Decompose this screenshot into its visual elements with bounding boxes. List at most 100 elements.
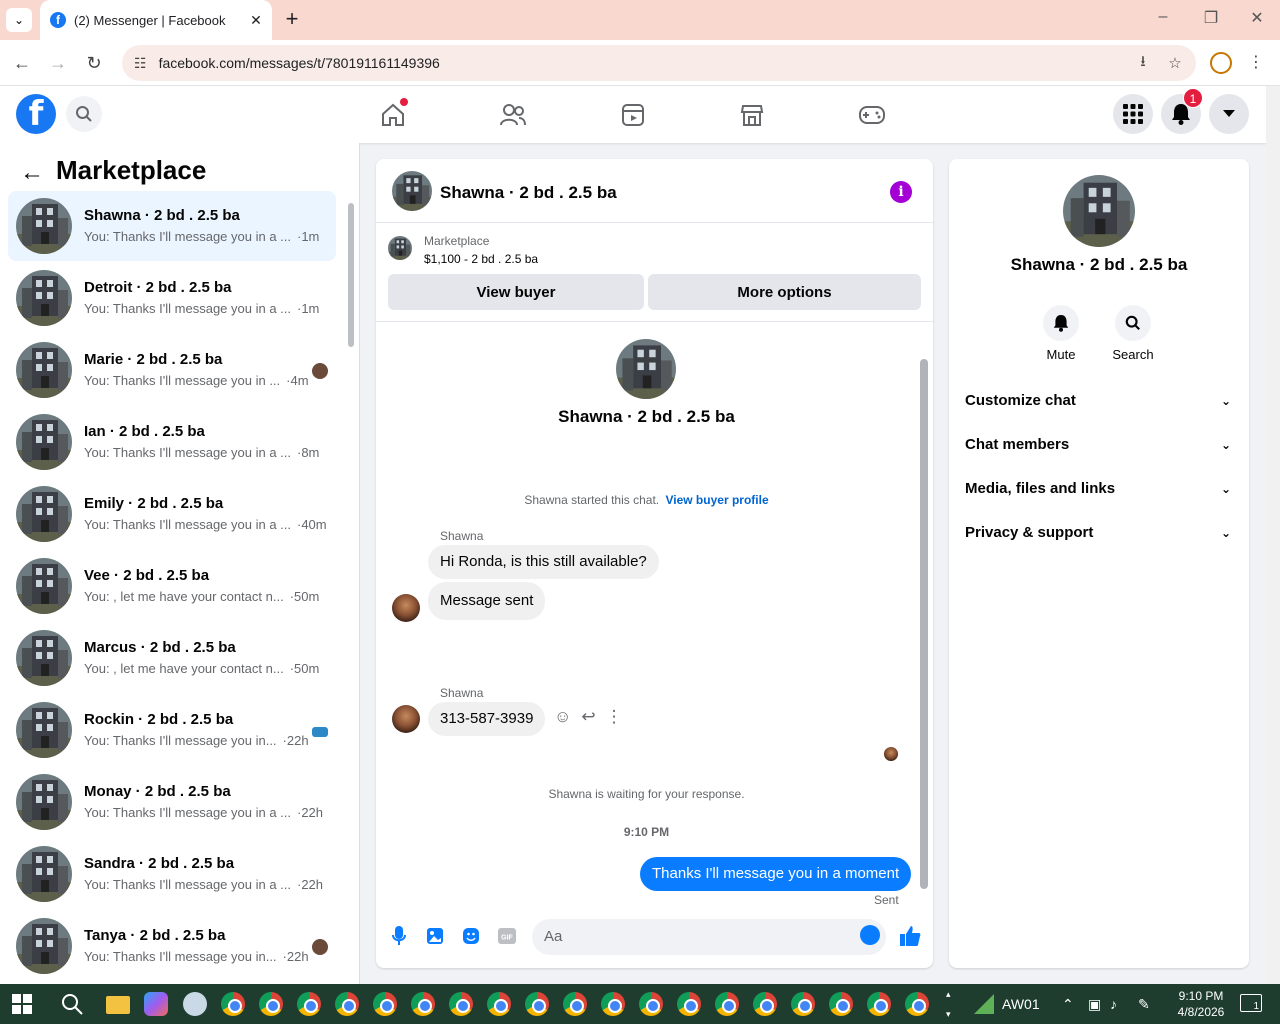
- chrome-window-icon[interactable]: [525, 992, 549, 1016]
- reload-button[interactable]: ↻: [82, 51, 106, 75]
- chrome-window-icon[interactable]: [753, 992, 777, 1016]
- microphone-icon[interactable]: [388, 925, 410, 947]
- window-close-button[interactable]: ✕: [1234, 8, 1280, 32]
- show-hidden-icons[interactable]: ⌃: [1062, 984, 1074, 1024]
- facebook-logo[interactable]: f: [16, 94, 56, 134]
- chrome-window-icon[interactable]: [829, 992, 853, 1016]
- chrome-window-icon[interactable]: [867, 992, 891, 1016]
- clock[interactable]: 9:10 PM 4/8/2026: [1166, 988, 1236, 1024]
- taskbar-scroll-arrows[interactable]: ▴ ▾: [946, 984, 952, 1024]
- chrome-window-icon[interactable]: [373, 992, 397, 1016]
- windows-start-icon[interactable]: [12, 994, 32, 1014]
- file-explorer-icon[interactable]: [106, 996, 130, 1014]
- restore-button[interactable]: ❐: [1188, 8, 1234, 32]
- notifications-bell-icon[interactable]: 1: [1161, 88, 1203, 134]
- tab-search-chevron-icon[interactable]: ⌄: [6, 8, 32, 32]
- media-files-links-row[interactable]: Media, files and links ⌄: [965, 471, 1235, 507]
- friends-icon[interactable]: [498, 100, 528, 130]
- search-icon[interactable]: [66, 96, 102, 132]
- conversation-scrollbar[interactable]: [346, 195, 356, 975]
- chat-header-thumbnail[interactable]: [392, 171, 432, 211]
- conversation-item[interactable]: Marie · 2 bd . 2.5 ba You: Thanks I'll me…: [8, 335, 336, 405]
- mute-button[interactable]: Mute: [1031, 305, 1091, 362]
- conversation-item[interactable]: Shawna · 2 bd . 2.5 ba You: Thanks I'll m…: [8, 191, 336, 261]
- conversation-item[interactable]: Vee · 2 bd . 2.5 ba You: , let me have yo…: [8, 551, 336, 621]
- profile-icon[interactable]: [1210, 52, 1232, 74]
- account-chevron-icon[interactable]: [1209, 94, 1249, 134]
- chrome-window-icon[interactable]: [905, 992, 929, 1016]
- message-bubble[interactable]: Message sent: [428, 582, 546, 620]
- install-app-icon[interactable]: ⭳: [1132, 51, 1154, 76]
- search-in-chat-button[interactable]: Search: [1103, 305, 1163, 362]
- marketplace-store-icon[interactable]: [737, 100, 767, 130]
- conversation-item[interactable]: Emily · 2 bd . 2.5 ba You: Thanks I'll me…: [8, 479, 336, 549]
- back-button[interactable]: ←: [10, 51, 34, 75]
- conversation-item[interactable]: Marcus · 2 bd . 2.5 ba You: , let me have…: [8, 623, 336, 693]
- bookmark-star-icon[interactable]: ☆: [1164, 54, 1186, 72]
- chrome-window-icon[interactable]: [221, 992, 245, 1016]
- chrome-window-icon[interactable]: [601, 992, 625, 1016]
- chrome-window-icon[interactable]: [791, 992, 815, 1016]
- avatar[interactable]: [392, 705, 420, 733]
- back-arrow-icon[interactable]: ←: [20, 159, 44, 187]
- privacy-support-row[interactable]: Privacy & support ⌄: [965, 515, 1235, 551]
- chrome-window-icon[interactable]: [449, 992, 473, 1016]
- chrome-window-icon[interactable]: [259, 992, 283, 1016]
- view-buyer-profile-link[interactable]: View buyer profile: [665, 493, 768, 507]
- chrome-window-icon[interactable]: [411, 992, 435, 1016]
- conversation-item[interactable]: Ian · 2 bd . 2.5 ba You: Thanks I'll mess…: [8, 407, 336, 477]
- chrome-window-icon[interactable]: [563, 992, 587, 1016]
- browser-menu-icon[interactable]: ⋮: [1248, 52, 1264, 72]
- message-bubble[interactable]: Hi Ronda, is this still available?: [428, 545, 659, 579]
- conversation-item[interactable]: Rockin · 2 bd . 2.5 ba You: Thanks I'll m…: [8, 695, 336, 765]
- address-bar[interactable]: ☷ facebook.com/messages/t/78019116114939…: [122, 45, 1196, 81]
- phone-number-bubble[interactable]: 313-587-3939: [428, 702, 546, 736]
- conversation-item[interactable]: Sandra · 2 bd . 2.5 ba You: Thanks I'll m…: [8, 839, 336, 909]
- network-signal-icon[interactable]: [972, 992, 996, 1016]
- chat-title[interactable]: Shawna · 2 bd . 2.5 ba: [440, 183, 617, 203]
- tab-close-icon[interactable]: ✕: [246, 10, 266, 30]
- like-thumbs-up-icon[interactable]: [899, 925, 921, 947]
- chrome-window-icon[interactable]: [335, 992, 359, 1016]
- meet-now-icon[interactable]: ▣: [1088, 984, 1101, 1024]
- taskbar-search-icon[interactable]: [60, 992, 84, 1016]
- reply-icon[interactable]: ↩: [581, 707, 595, 727]
- site-info-icon[interactable]: ☷: [134, 55, 147, 72]
- chrome-window-icon[interactable]: [715, 992, 739, 1016]
- react-smiley-icon[interactable]: ☺: [554, 707, 571, 727]
- message-input[interactable]: Aa: [532, 919, 886, 955]
- customize-chat-row[interactable]: Customize chat ⌄: [965, 383, 1235, 419]
- forward-button[interactable]: →: [46, 51, 70, 75]
- chat-members-row[interactable]: Chat members ⌄: [965, 427, 1235, 463]
- copilot-icon[interactable]: [144, 992, 168, 1016]
- conversation-item[interactable]: Monay · 2 bd . 2.5 ba You: Thanks I'll me…: [8, 767, 336, 837]
- avatar[interactable]: [392, 594, 420, 622]
- thread-scrollbar[interactable]: [917, 323, 931, 903]
- info-icon[interactable]: i: [890, 181, 912, 203]
- chrome-window-icon[interactable]: [487, 992, 511, 1016]
- photo-icon[interactable]: [424, 925, 446, 947]
- volume-icon[interactable]: ♪: [1110, 984, 1117, 1024]
- page-scrollbar[interactable]: [1266, 86, 1280, 984]
- action-center-icon[interactable]: 1: [1240, 994, 1262, 1012]
- conversation-item[interactable]: Tanya · 2 bd . 2.5 ba You: Thanks I'll me…: [8, 911, 336, 981]
- more-actions-icon[interactable]: ⋮: [606, 707, 623, 727]
- minimize-button[interactable]: –: [1140, 8, 1186, 32]
- gif-icon[interactable]: GIF: [496, 925, 518, 947]
- chrome-window-icon[interactable]: [677, 992, 701, 1016]
- watch-video-icon[interactable]: [618, 100, 648, 130]
- more-options-button[interactable]: More options: [648, 274, 921, 310]
- chrome-window-icon[interactable]: [639, 992, 663, 1016]
- chrome-window-icon[interactable]: [297, 992, 321, 1016]
- app-icon[interactable]: [183, 992, 207, 1016]
- my-message-bubble[interactable]: Thanks I'll message you in a moment: [640, 857, 912, 891]
- sticker-icon[interactable]: [460, 925, 482, 947]
- conversation-item[interactable]: Detroit · 2 bd . 2.5 ba You: Thanks I'll …: [8, 263, 336, 333]
- new-tab-button[interactable]: +: [280, 8, 304, 32]
- view-buyer-button[interactable]: View buyer: [388, 274, 644, 310]
- gaming-controller-icon[interactable]: [857, 100, 887, 130]
- menu-grid-icon[interactable]: [1113, 94, 1153, 134]
- pen-icon[interactable]: ✎: [1138, 984, 1150, 1024]
- browser-tab-active[interactable]: f (2) Messenger | Facebook ✕: [40, 0, 272, 40]
- emoji-icon[interactable]: [860, 925, 880, 945]
